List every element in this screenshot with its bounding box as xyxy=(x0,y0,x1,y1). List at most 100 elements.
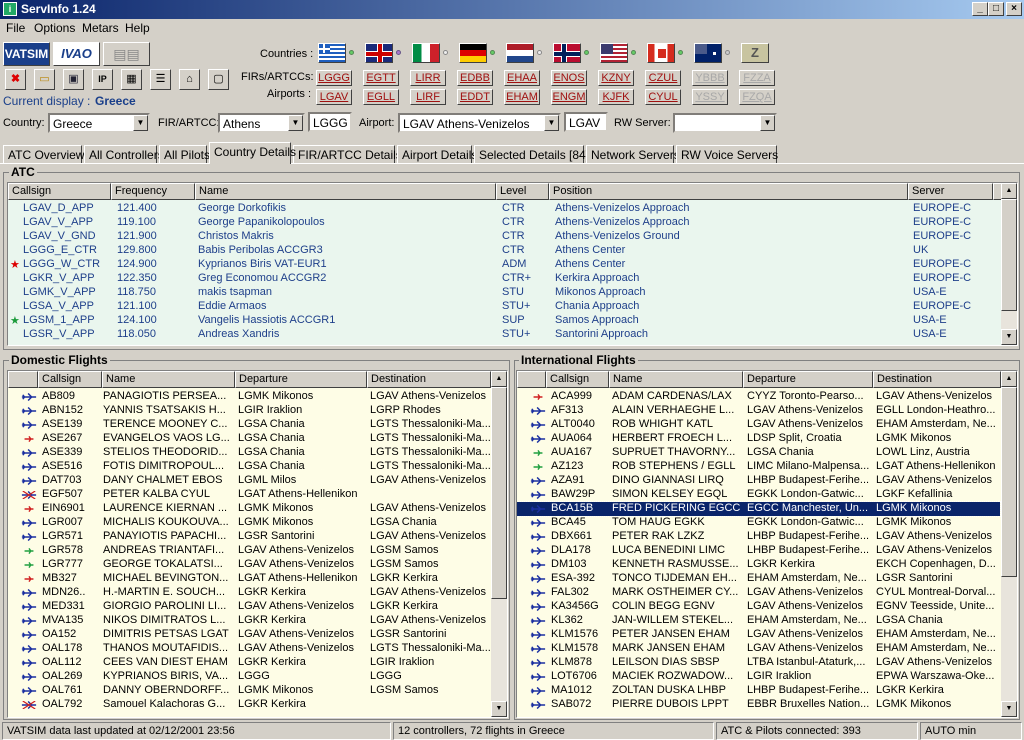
atc-col-level[interactable]: Level xyxy=(496,183,549,200)
save-icon[interactable]: ▣ xyxy=(63,69,84,90)
fir-czul-button[interactable]: CZUL xyxy=(645,70,681,86)
tab-airport-details[interactable]: Airport Details xyxy=(397,145,477,163)
menu-options[interactable]: Options xyxy=(34,21,75,35)
table-row[interactable]: ★ LGGG_W_CTR 124.900 Kyprianos Biris VAT-EU… xyxy=(8,258,998,272)
atc-col-position[interactable]: Position xyxy=(549,183,908,200)
international-col-callsign[interactable]: Callsign xyxy=(546,371,609,388)
table-row[interactable]: FAL302 MARK OSTHEIMER CY... LGAV Athens-Ve… xyxy=(517,586,1000,600)
table-row[interactable]: ASE267 EVANGELOS VAOS LG... LGSA Chania LGT… xyxy=(8,432,490,446)
airport-fzqa-button[interactable]: FZQA xyxy=(739,89,775,105)
menu-file[interactable]: File xyxy=(6,21,25,35)
scroll-down-icon[interactable]: ▼ xyxy=(1001,329,1017,345)
chevron-down-icon[interactable]: ▼ xyxy=(288,115,303,131)
australia-flag-icon[interactable] xyxy=(694,43,722,63)
tab-all-pilots[interactable]: All Pilots xyxy=(159,145,210,163)
table-row[interactable]: MED331 GIORGIO PAROLINI LI... LGAV Athens-… xyxy=(8,600,490,614)
domestic-col-destination[interactable]: Destination xyxy=(367,371,491,388)
table-row[interactable]: MA1012 ZOLTAN DUSKA LHBP LHBP Budapest-Fer… xyxy=(517,684,1000,698)
fir-lggg-button[interactable]: LGGG xyxy=(316,70,352,86)
canada-flag-icon[interactable] xyxy=(647,43,675,63)
table-row[interactable]: LGGG_E_CTR 129.800 Babis Peribolas ACCGR3 C… xyxy=(8,244,998,258)
domestic-col-departure[interactable]: Departure xyxy=(235,371,367,388)
table-row[interactable]: ASE516 FOTIS DIMITROPOUL... LGSA Chania LGT… xyxy=(8,460,490,474)
table-row[interactable]: LGKR_V_APP 122.350 Greg Economou ACCGR2 CTR… xyxy=(8,272,998,286)
uk-flag-icon[interactable] xyxy=(365,43,393,63)
airport-engm-button[interactable]: ENGM xyxy=(551,89,587,105)
table-row[interactable]: ACA999 ADAM CARDENAS/LAX CYYZ Toronto-Pear… xyxy=(517,390,1000,404)
atc-col-server[interactable]: Server xyxy=(908,183,993,200)
table-row[interactable]: LGAV_V_APP 119.100 George Papanikolopoulos… xyxy=(8,216,998,230)
fir-egtt-button[interactable]: EGTT xyxy=(363,70,399,86)
table-row[interactable]: KLM1578 MARK JANSEN EHAM LGAV Athens-Veniz… xyxy=(517,642,1000,656)
tab-atc-overview[interactable]: ATC Overview xyxy=(3,145,84,163)
table-row[interactable]: LGSA_V_APP 121.100 Eddie Armaos STU+ Chania … xyxy=(8,300,998,314)
vatsim-button[interactable]: VATSIM xyxy=(3,42,50,66)
airport-lgav-button[interactable]: LGAV xyxy=(316,89,352,105)
airport-eham-button[interactable]: EHAM xyxy=(504,89,540,105)
fir-kzny-button[interactable]: KZNY xyxy=(598,70,634,86)
domestic-scrollbar[interactable]: ▲ ▼ xyxy=(491,371,507,717)
table-row[interactable]: ESA-392 TONCO TIJDEMAN EH... EHAM Amsterda… xyxy=(517,572,1000,586)
table-row[interactable]: BAW29P SIMON KELSEY EGQL EGKK London-Gatwi… xyxy=(517,488,1000,502)
rw-server-select[interactable]: ▼ xyxy=(673,113,777,133)
airport-eddt-button[interactable]: EDDT xyxy=(457,89,493,105)
ivao-button[interactable]: IVAO xyxy=(53,42,100,66)
airport-kjfk-button[interactable]: KJFK xyxy=(598,89,634,105)
tab-fir-details[interactable]: FIR/ARTCC Details xyxy=(293,145,402,163)
table-row[interactable]: MDN26.. H.-MARTIN E. SOUCH... LGKR Kerkira… xyxy=(8,586,490,600)
table-row[interactable]: KL362 JAN-WILLEM STEKEL... EHAM Amsterdam,… xyxy=(517,614,1000,628)
greece-flag-icon[interactable] xyxy=(318,43,346,63)
table-row[interactable]: OA152 DIMITRIS PETSAS LGAT LGAV Athens-Ven… xyxy=(8,628,490,642)
atc-col-callsign[interactable]: Callsign xyxy=(8,183,111,200)
airport-lirf-button[interactable]: LIRF xyxy=(410,89,446,105)
international-col-destination[interactable]: Destination xyxy=(873,371,1001,388)
fir-lirr-button[interactable]: LIRR xyxy=(410,70,446,86)
tab-rw-voice-servers[interactable]: RW Voice Servers xyxy=(676,145,778,163)
airport-cyul-button[interactable]: CYUL xyxy=(645,89,681,105)
airport-code-input[interactable]: LGAV xyxy=(564,112,608,132)
table-row[interactable]: ASE339 STELIOS THEODORID... LGSA Chania LGT… xyxy=(8,446,490,460)
menu-help[interactable]: Help xyxy=(125,21,150,35)
atc-col-frequency[interactable]: Frequency xyxy=(111,183,195,200)
airport-select[interactable]: LGAV Athens-Venizelos ▼ xyxy=(398,113,561,133)
international-flights-table[interactable]: Callsign Name Departure Destination ACA9… xyxy=(516,370,1018,718)
table-row[interactable]: LGAV_D_APP 121.400 George Dorkofikis CTR Ath… xyxy=(8,202,998,216)
table-row[interactable]: LGR007 MICHALIS KOUKOUVA... LGMK Mikonos LG… xyxy=(8,516,490,530)
ip-icon[interactable]: IP xyxy=(92,69,113,90)
usa-flag-icon[interactable] xyxy=(600,43,628,63)
open-folder-icon[interactable]: ▭ xyxy=(34,69,55,90)
table-row[interactable]: ALT0040 ROB WHIGHT KATL LGAV Athens-Venize… xyxy=(517,418,1000,432)
country-select[interactable]: Greece ▼ xyxy=(48,113,150,133)
tab-country-details[interactable]: Country Details xyxy=(209,142,296,164)
tab-selected-details[interactable]: Selected Details [84] xyxy=(474,145,589,163)
fir-select[interactable]: Athens ▼ xyxy=(218,113,305,133)
scroll-up-icon[interactable]: ▲ xyxy=(491,371,507,387)
server-icon[interactable]: ⌂ xyxy=(179,69,200,90)
table-row[interactable]: OAL178 THANOS MOUTAFIDIS... LGAV Athens-Ve… xyxy=(8,642,490,656)
table-row[interactable]: EIN6901 LAURENCE KIERNAN ... LGMK Mikonos L… xyxy=(8,502,490,516)
fir-enos-button[interactable]: ENOS xyxy=(551,70,587,86)
fir-edbb-button[interactable]: EDBB xyxy=(457,70,493,86)
fir-ybbb-button[interactable]: YBBB xyxy=(692,70,728,86)
scroll-down-icon[interactable]: ▼ xyxy=(1001,701,1017,717)
table-row[interactable]: AUA064 HERBERT FROECH L... LDSP Split, Cro… xyxy=(517,432,1000,446)
table-row[interactable]: DBX661 PETER RAK LZKZ LHBP Budapest-Ferihe… xyxy=(517,530,1000,544)
chat-icon[interactable]: ▢ xyxy=(208,69,229,90)
domestic-col-name[interactable]: Name xyxy=(102,371,235,388)
international-col-departure[interactable]: Departure xyxy=(743,371,873,388)
table-row[interactable]: DM103 KENNETH RASMUSSE... LGKR Kerkira EKCH… xyxy=(517,558,1000,572)
domestic-flights-table[interactable]: Callsign Name Departure Destination AB80… xyxy=(7,370,508,718)
table-row[interactable]: KLM1576 PETER JANSEN EHAM LGAV Athens-Veni… xyxy=(517,628,1000,642)
table-row[interactable]: DLA178 LUCA BENEDINI LIMC LHBP Budapest-Fe… xyxy=(517,544,1000,558)
table-row[interactable]: AZ123 ROB STEPHENS / EGLL LIMC Milano-Malp… xyxy=(517,460,1000,474)
zaire-flag-icon[interactable]: Z xyxy=(741,43,769,63)
atc-table[interactable]: Callsign Frequency Name Level Position S… xyxy=(7,182,1018,346)
atc-col-name[interactable]: Name xyxy=(195,183,496,200)
table-row[interactable]: LGMK_V_APP 118.750 makis tsapman STU Mikonos… xyxy=(8,286,998,300)
scroll-up-icon[interactable]: ▲ xyxy=(1001,371,1017,387)
fir-ehaa-button[interactable]: EHAA xyxy=(504,70,540,86)
table-row[interactable]: KLM878 LEILSON DIAS SBSP LTBA Istanbul-Ata… xyxy=(517,656,1000,670)
maximize-button[interactable]: □ xyxy=(988,2,1004,16)
table-row[interactable]: ASE139 TERENCE MOONEY C... LGSA Chania LGTS… xyxy=(8,418,490,432)
international-col-name[interactable]: Name xyxy=(609,371,743,388)
